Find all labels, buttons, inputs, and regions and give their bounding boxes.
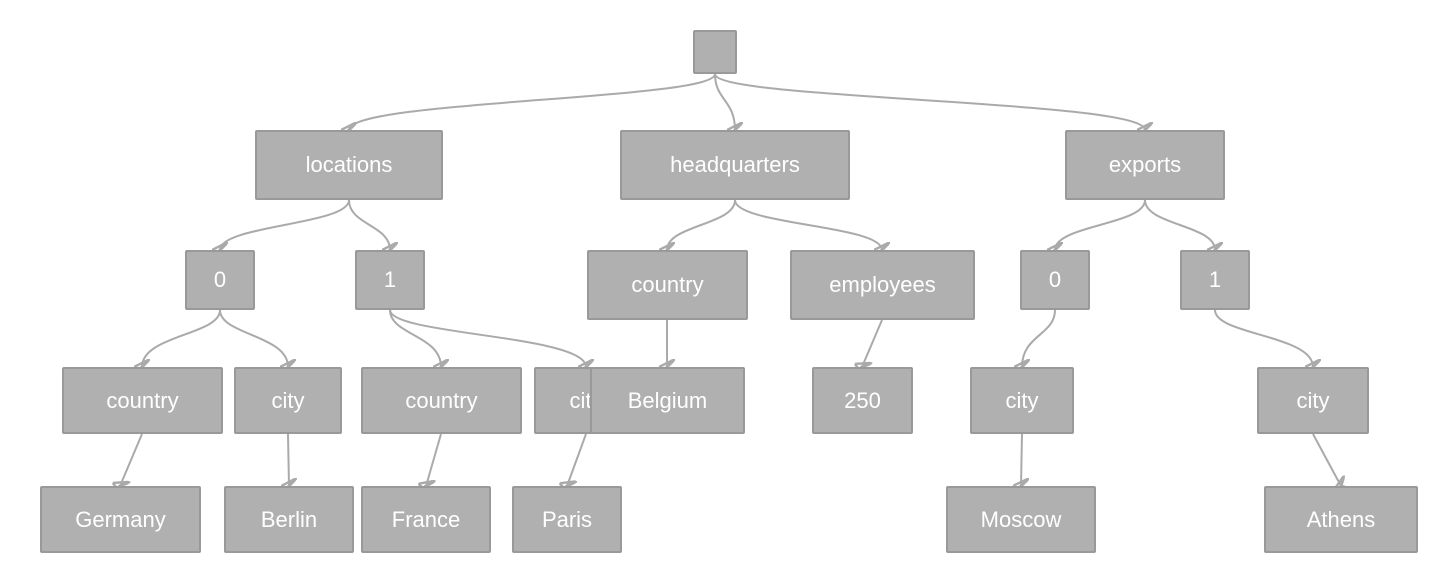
hq-belgium-node: Belgium — [590, 367, 745, 434]
root-node — [693, 30, 737, 74]
exp-index-0-label: 0 — [1049, 267, 1061, 293]
loc-index-0-label: 0 — [214, 267, 226, 293]
exports-node: exports — [1065, 130, 1225, 200]
loc0-city-node: city — [234, 367, 342, 434]
tree-diagram: locations headquarters exports 0 1 count… — [0, 0, 1429, 564]
germany-node: Germany — [40, 486, 201, 553]
berlin-node: Berlin — [224, 486, 354, 553]
paris-node: Paris — [512, 486, 622, 553]
loc-index-1-node: 1 — [355, 250, 425, 310]
headquarters-node: headquarters — [620, 130, 850, 200]
exp-index-1-node: 1 — [1180, 250, 1250, 310]
loc0-country-node: country — [62, 367, 223, 434]
exp-index-1-label: 1 — [1209, 267, 1221, 293]
exp1-city-node: city — [1257, 367, 1369, 434]
germany-label: Germany — [75, 507, 165, 533]
loc1-country-label: country — [405, 388, 477, 414]
france-node: France — [361, 486, 491, 553]
exp0-city-node: city — [970, 367, 1074, 434]
exp0-city-label: city — [1006, 388, 1039, 414]
hq-belgium-label: Belgium — [628, 388, 707, 414]
paris-label: Paris — [542, 507, 592, 533]
hq-employees-label: employees — [829, 272, 935, 298]
athens-label: Athens — [1307, 507, 1376, 533]
moscow-node: Moscow — [946, 486, 1096, 553]
hq-country-label: country — [631, 272, 703, 298]
loc-index-0-node: 0 — [185, 250, 255, 310]
berlin-label: Berlin — [261, 507, 317, 533]
locations-node: locations — [255, 130, 443, 200]
hq-250-node: 250 — [812, 367, 913, 434]
loc-index-1-label: 1 — [384, 267, 396, 293]
loc1-country-node: country — [361, 367, 522, 434]
locations-label: locations — [306, 152, 393, 178]
headquarters-label: headquarters — [670, 152, 800, 178]
hq-employees-node: employees — [790, 250, 975, 320]
france-label: France — [392, 507, 460, 533]
exports-label: exports — [1109, 152, 1181, 178]
hq-country-node: country — [587, 250, 748, 320]
athens-node: Athens — [1264, 486, 1418, 553]
loc0-country-label: country — [106, 388, 178, 414]
loc0-city-label: city — [272, 388, 305, 414]
moscow-label: Moscow — [981, 507, 1062, 533]
exp1-city-label: city — [1297, 388, 1330, 414]
exp-index-0-node: 0 — [1020, 250, 1090, 310]
hq-250-label: 250 — [844, 388, 881, 414]
